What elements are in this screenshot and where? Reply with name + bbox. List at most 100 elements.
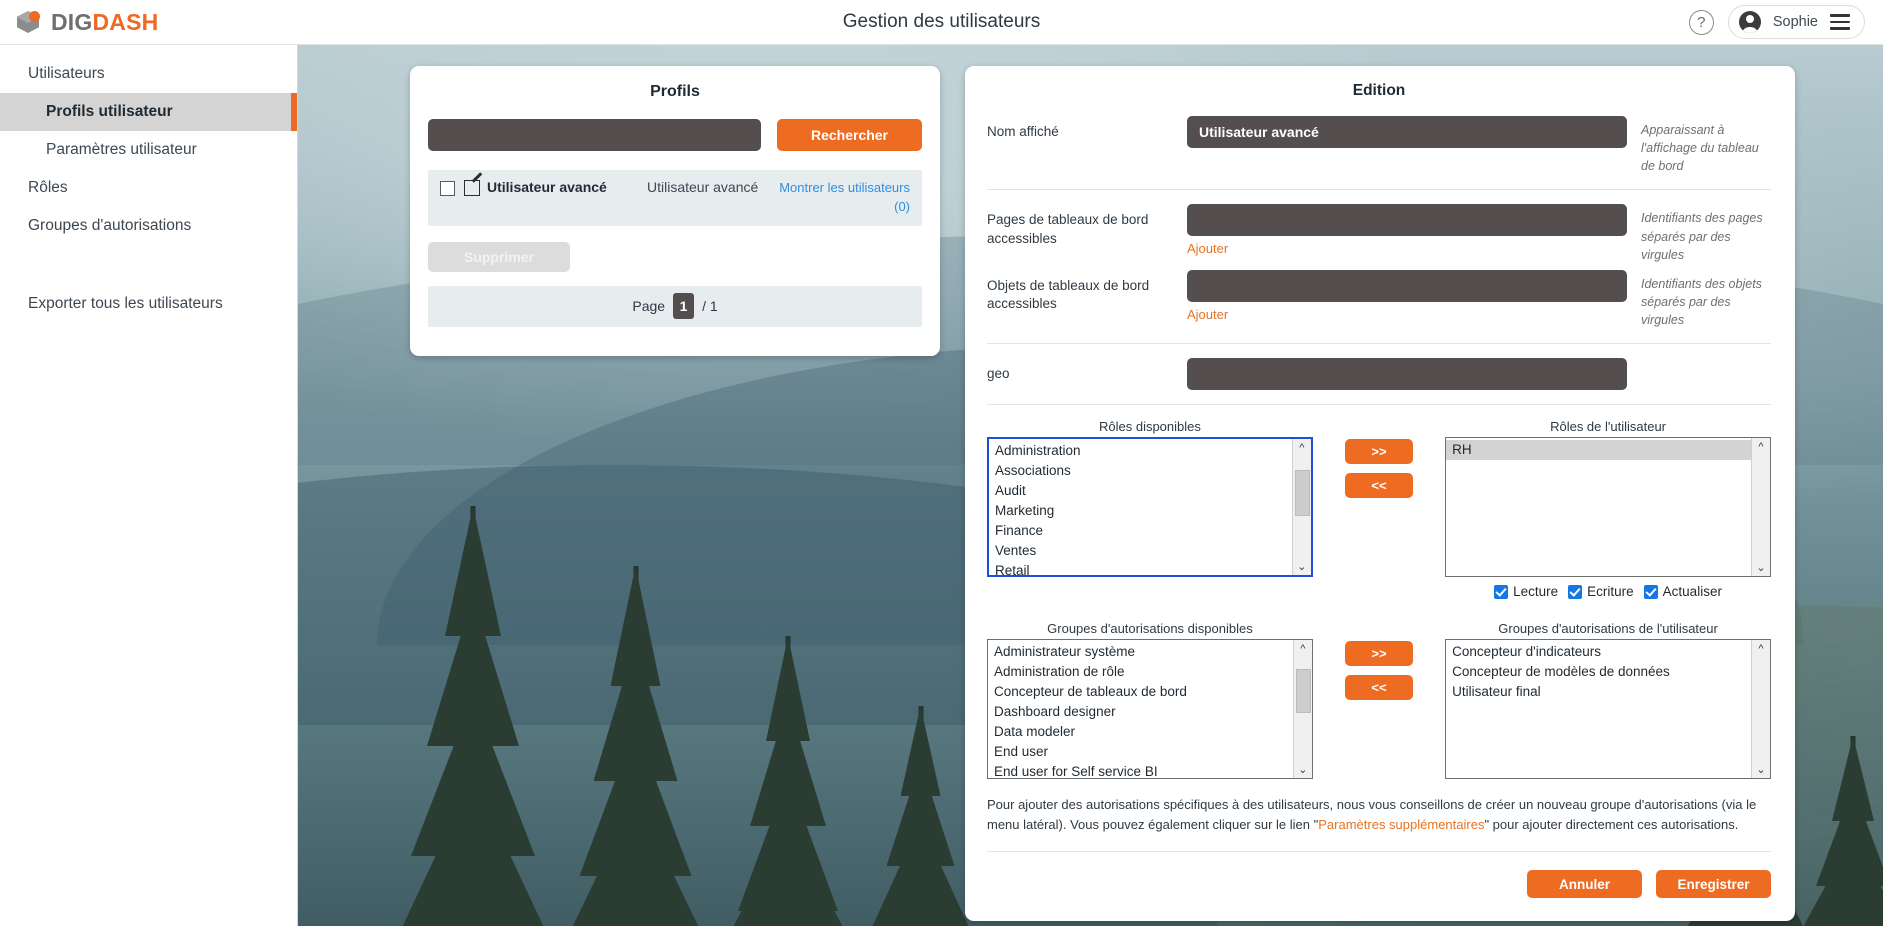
roles-assigned-items[interactable]: RH	[1446, 438, 1751, 576]
scroll-up-icon[interactable]: ^	[1752, 640, 1770, 657]
roles-available-scrollbar[interactable]: ^ ⌄	[1291, 439, 1311, 576]
field-nom-affiche: Nom affiché Apparaissant à l'affichage d…	[987, 116, 1771, 175]
profil-search-input[interactable]	[428, 119, 761, 151]
list-item[interactable]: Concepteur d'indicateurs	[1446, 642, 1751, 662]
help-question-icon[interactable]: ?	[1688, 9, 1714, 35]
enregistrer-button[interactable]: Enregistrer	[1656, 870, 1771, 899]
annuler-button[interactable]: Annuler	[1527, 870, 1642, 899]
scroll-down-icon[interactable]: ⌄	[1752, 559, 1770, 576]
list-item[interactable]: Administration de rôle	[988, 662, 1293, 682]
pine-tree	[728, 636, 848, 926]
scroll-down-icon[interactable]: ⌄	[1294, 761, 1312, 778]
groupes-remove-button[interactable]: <<	[1344, 675, 1413, 701]
geo-input[interactable]	[1187, 358, 1627, 391]
ecriture-checkbox[interactable]	[1568, 584, 1583, 599]
profil-row-checkbox[interactable]	[440, 181, 455, 196]
list-item[interactable]: Concepteur de tableaux de bord	[988, 682, 1293, 702]
brand-dig: DIG	[51, 8, 93, 35]
list-item[interactable]: Associations	[989, 461, 1292, 481]
scroll-up-icon[interactable]: ^	[1293, 439, 1311, 456]
sidebar-item-utilisateurs[interactable]: Utilisateurs	[0, 55, 297, 93]
list-item[interactable]: Administrateur système	[988, 642, 1293, 662]
roles-assigned-scrollbar[interactable]: ^ ⌄	[1750, 438, 1770, 577]
brand-logo[interactable]: DIGDASH	[0, 9, 300, 36]
montrer-utilisateurs-count: (0)	[894, 198, 910, 214]
hamburger-menu-icon[interactable]	[1830, 14, 1850, 30]
sidebar-item-parametres-utilisateur[interactable]: Paramètres utilisateur	[0, 131, 297, 169]
objets-ajouter-link[interactable]: Ajouter	[1187, 307, 1228, 322]
user-name-label: Sophie	[1772, 14, 1818, 30]
permission-ecriture[interactable]: Ecriture	[1568, 584, 1634, 599]
pine-tree	[568, 566, 703, 926]
permissions-help-note: Pour ajouter des autorisations spécifiqu…	[987, 795, 1771, 835]
groupes-available-label: Groupes d'autorisations disponibles	[1047, 621, 1253, 637]
roles-remove-button[interactable]: <<	[1344, 473, 1413, 499]
pine-tree	[1798, 736, 1883, 926]
list-item[interactable]: Finance	[989, 521, 1292, 541]
scroll-up-icon[interactable]: ^	[1294, 640, 1312, 657]
groupes-available-column: Groupes d'autorisations disponibles Admi…	[987, 621, 1313, 780]
scroll-track[interactable]	[1752, 455, 1770, 559]
scroll-track[interactable]	[1293, 456, 1311, 558]
roles-add-button[interactable]: >>	[1344, 439, 1413, 465]
list-item[interactable]: RH	[1446, 440, 1751, 461]
permission-actualiser[interactable]: Actualiser	[1643, 584, 1722, 599]
rechercher-button[interactable]: Rechercher	[777, 119, 922, 151]
montrer-utilisateurs-link[interactable]: Montrer les utilisateurs (0)	[770, 179, 910, 217]
divider	[987, 343, 1771, 345]
scroll-down-icon[interactable]: ⌄	[1752, 761, 1770, 778]
roles-assigned-listbox[interactable]: RH ^ ⌄	[1445, 437, 1771, 578]
groupes-add-button[interactable]: >>	[1344, 641, 1413, 667]
list-item[interactable]: Ventes	[989, 541, 1292, 561]
pages-accessibles-input[interactable]	[1187, 204, 1627, 237]
scroll-thumb[interactable]	[1294, 470, 1310, 517]
user-menu-chip[interactable]: Sophie	[1727, 5, 1865, 39]
groupes-assigned-scrollbar[interactable]: ^ ⌄	[1750, 640, 1770, 779]
sidebar-item-roles[interactable]: Rôles	[0, 169, 297, 207]
lecture-checkbox[interactable]	[1494, 584, 1509, 599]
list-item[interactable]: Concepteur de modèles de données	[1446, 662, 1751, 682]
pages-ajouter-link[interactable]: Ajouter	[1187, 241, 1228, 256]
scroll-track[interactable]	[1752, 657, 1770, 761]
edition-action-buttons: Annuler Enregistrer	[987, 870, 1771, 899]
list-item[interactable]: Administration	[989, 441, 1292, 461]
groupes-assigned-items[interactable]: Concepteur d'indicateurs Concepteur de mo…	[1446, 640, 1751, 778]
edit-pencil-icon[interactable]	[464, 180, 480, 196]
divider	[987, 189, 1771, 191]
scroll-thumb[interactable]	[1295, 669, 1311, 714]
roles-available-items[interactable]: Administration Associations Audit Marketing…	[989, 439, 1292, 575]
edition-panel: Edition Nom affiché Apparaissant à l'aff…	[965, 66, 1795, 921]
profils-pager: Page 1 / 1	[428, 285, 922, 327]
sidebar-item-exporter-utilisateurs[interactable]: Exporter tous les utilisateurs	[0, 285, 297, 323]
profil-result-row[interactable]: Utilisateur avancé Utilisateur avancé Mo…	[428, 170, 922, 226]
nom-affiche-input[interactable]	[1187, 116, 1627, 148]
list-item[interactable]: Audit	[989, 481, 1292, 501]
roles-available-listbox[interactable]: Administration Associations Audit Marketing…	[987, 437, 1313, 578]
supprimer-button[interactable]: Supprimer	[428, 241, 570, 272]
list-item[interactable]: Data modeler	[988, 722, 1293, 742]
permission-lecture[interactable]: Lecture	[1494, 584, 1558, 599]
pager-total-label: / 1	[702, 298, 718, 315]
groupes-available-listbox[interactable]: Administrateur système Administration de …	[987, 639, 1313, 780]
groupes-available-scrollbar[interactable]: ^ ⌄	[1292, 640, 1312, 779]
actualiser-checkbox[interactable]	[1643, 584, 1658, 599]
list-item[interactable]: End user for Self service BI	[988, 762, 1293, 778]
parametres-supplementaires-link[interactable]: Paramètres supplémentaires	[1318, 817, 1484, 832]
sidebar-item-profils-utilisateur[interactable]: Profils utilisateur	[0, 93, 297, 131]
field-pages-accessibles: Pages de tableaux de bord accessibles Aj…	[987, 204, 1771, 263]
list-item[interactable]: Retail	[989, 561, 1292, 575]
list-item[interactable]: Marketing	[989, 501, 1292, 521]
scroll-down-icon[interactable]: ⌄	[1293, 558, 1311, 575]
groupes-available-items[interactable]: Administrateur système Administration de …	[988, 640, 1293, 778]
list-item[interactable]: Utilisateur final	[1446, 682, 1751, 702]
groupes-assigned-listbox[interactable]: Concepteur d'indicateurs Concepteur de mo…	[1445, 639, 1771, 780]
roles-transfer-buttons: >> <<	[1313, 419, 1445, 499]
list-item[interactable]: End user	[988, 742, 1293, 762]
scroll-track[interactable]	[1294, 657, 1312, 761]
sidebar-item-groupes-autorisations[interactable]: Groupes d'autorisations	[0, 207, 297, 245]
pine-tree	[868, 706, 973, 926]
objets-accessibles-input[interactable]	[1187, 269, 1627, 302]
pager-current-page[interactable]: 1	[673, 293, 695, 320]
list-item[interactable]: Dashboard designer	[988, 702, 1293, 722]
scroll-up-icon[interactable]: ^	[1752, 438, 1770, 455]
